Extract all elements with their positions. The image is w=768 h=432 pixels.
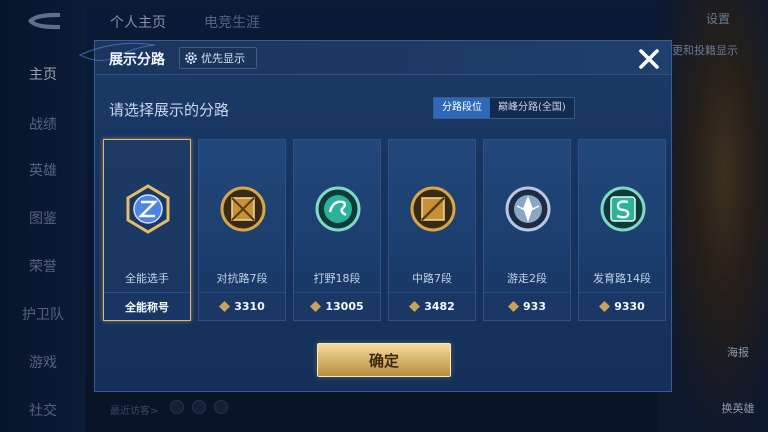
- lane-score: 3482: [389, 292, 475, 320]
- tab-peak-lane-national[interactable]: 巅峰分路(全国): [490, 98, 574, 118]
- lane-card-list: 全能选手 全能称号 对抗路7段 3310 打野18段 13005 中路7段 34…: [103, 139, 669, 321]
- lane-score-value: 3310: [234, 300, 265, 313]
- lane-score: 全能称号: [104, 292, 190, 320]
- lane-rank-label: 发育路14段: [593, 272, 651, 285]
- lane-rank-label: 全能选手: [125, 272, 169, 285]
- lane-score-value: 13005: [325, 300, 364, 313]
- all-round-emblem-icon: [126, 184, 170, 234]
- lane-score: 13005: [294, 292, 380, 320]
- rank-points-icon: [508, 301, 520, 312]
- lane-score: 933: [484, 292, 570, 320]
- roam-emblem-icon: [505, 186, 551, 232]
- dialog-header: 展示分路 优先显示: [78, 41, 671, 75]
- rank-points-icon: [599, 301, 611, 312]
- lane-rank-label: 游走2段: [507, 272, 547, 285]
- lane-type-tabs: 分路段位 巅峰分路(全国): [433, 97, 575, 119]
- lane-rank-label: 对抗路7段: [216, 272, 268, 285]
- rank-points-icon: [409, 301, 421, 312]
- lane-score-value: 3482: [424, 300, 455, 313]
- lane-display-dialog: 展示分路 优先显示 请选择展示的分路 分路段位 巅峰分路(全国) 全能选手 全能…: [78, 40, 672, 392]
- mid-lane-emblem-icon: [410, 186, 456, 232]
- confirm-button[interactable]: 确定: [317, 343, 451, 377]
- lane-score: 3310: [199, 292, 285, 320]
- clash-lane-emblem-icon: [220, 186, 266, 232]
- rank-points-icon: [219, 301, 231, 312]
- close-icon: [639, 49, 659, 69]
- lane-score-value: 全能称号: [125, 300, 169, 314]
- lane-card-jungle[interactable]: 打野18段 13005: [293, 139, 381, 321]
- lane-rank-label: 打野18段: [313, 272, 361, 285]
- lane-rank-label: 中路7段: [412, 272, 452, 285]
- jungle-emblem-icon: [315, 186, 361, 232]
- lane-card-mid[interactable]: 中路7段 3482: [388, 139, 476, 321]
- rank-points-icon: [310, 301, 322, 312]
- lane-card-clash[interactable]: 对抗路7段 3310: [198, 139, 286, 321]
- farm-lane-emblem-icon: [600, 186, 646, 232]
- lane-score: 9330: [579, 292, 665, 320]
- close-button[interactable]: [631, 43, 667, 75]
- priority-display-button[interactable]: 优先显示: [179, 47, 257, 69]
- lane-score-value: 933: [523, 300, 546, 313]
- priority-display-label: 优先显示: [201, 52, 245, 65]
- tab-lane-rank[interactable]: 分路段位: [434, 98, 490, 118]
- lane-card-all-round[interactable]: 全能选手 全能称号: [103, 139, 191, 321]
- section-heading: 请选择展示的分路: [109, 101, 230, 119]
- lane-card-roam[interactable]: 游走2段 933: [483, 139, 571, 321]
- dialog-title: 展示分路: [109, 52, 165, 68]
- lane-score-value: 9330: [614, 300, 645, 313]
- lane-card-farm[interactable]: 发育路14段 9330: [578, 139, 666, 321]
- gear-icon: [185, 52, 197, 64]
